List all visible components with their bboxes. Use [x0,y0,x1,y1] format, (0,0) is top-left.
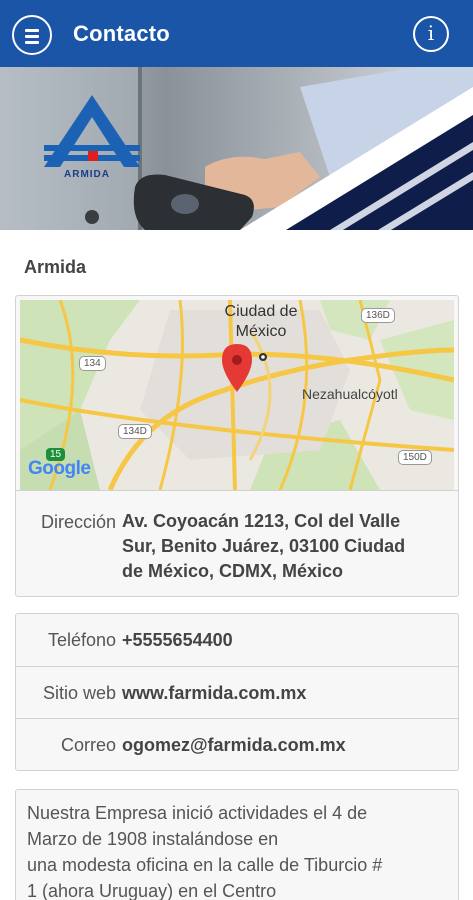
email-row[interactable]: Correo ogomez@farmida.com.mx [16,718,458,770]
map-label-city: Ciudad de México [224,303,298,340]
contact-details-card: Teléfono +5555654400 Sitio web www.farmi… [15,613,459,771]
about-text: Nuestra Empresa inició actividades el 4 … [27,803,383,900]
app-bar: Contacto i [0,0,473,67]
page-title: Contacto [73,21,170,46]
logo-text: ARMIDA [64,169,110,180]
email-label: Correo [60,735,116,755]
map-view[interactable]: Ciudad de México Nezahualcóyotl 136D 134… [20,300,454,490]
email-value[interactable]: ogomez@farmida.com.mx [122,733,346,758]
road-shield-150d: 150D [398,450,432,465]
website-label: Sitio web [42,683,116,703]
about-card: Nuestra Empresa inició actividades el 4 … [15,789,459,900]
location-card: Ciudad de México Nezahualcóyotl 136D 134… [15,295,459,597]
road-shield-134d: 134D [118,424,152,439]
phone-value[interactable]: +5555654400 [122,628,233,653]
phone-row[interactable]: Teléfono +5555654400 [16,614,458,666]
phone-label: Teléfono [47,630,116,650]
website-row[interactable]: Sitio web www.farmida.com.mx [16,666,458,718]
company-name: Armida [24,257,87,277]
info-icon[interactable]: i [413,16,449,52]
address-value: Av. Coyoacán 1213, Col del Valle Sur, Be… [122,511,406,581]
website-value[interactable]: www.farmida.com.mx [122,681,306,706]
road-shield-134: 134 [79,356,106,371]
divider [16,490,458,491]
google-logo: Google [28,458,91,479]
menu-icon[interactable] [12,15,52,55]
map-label-nezahualcoyotl: Nezahualcóyotl [302,386,398,402]
road-shield-136d: 136D [361,308,395,323]
header-banner-image: ARMIDA [0,67,473,230]
address-label: Dirección [40,512,116,532]
